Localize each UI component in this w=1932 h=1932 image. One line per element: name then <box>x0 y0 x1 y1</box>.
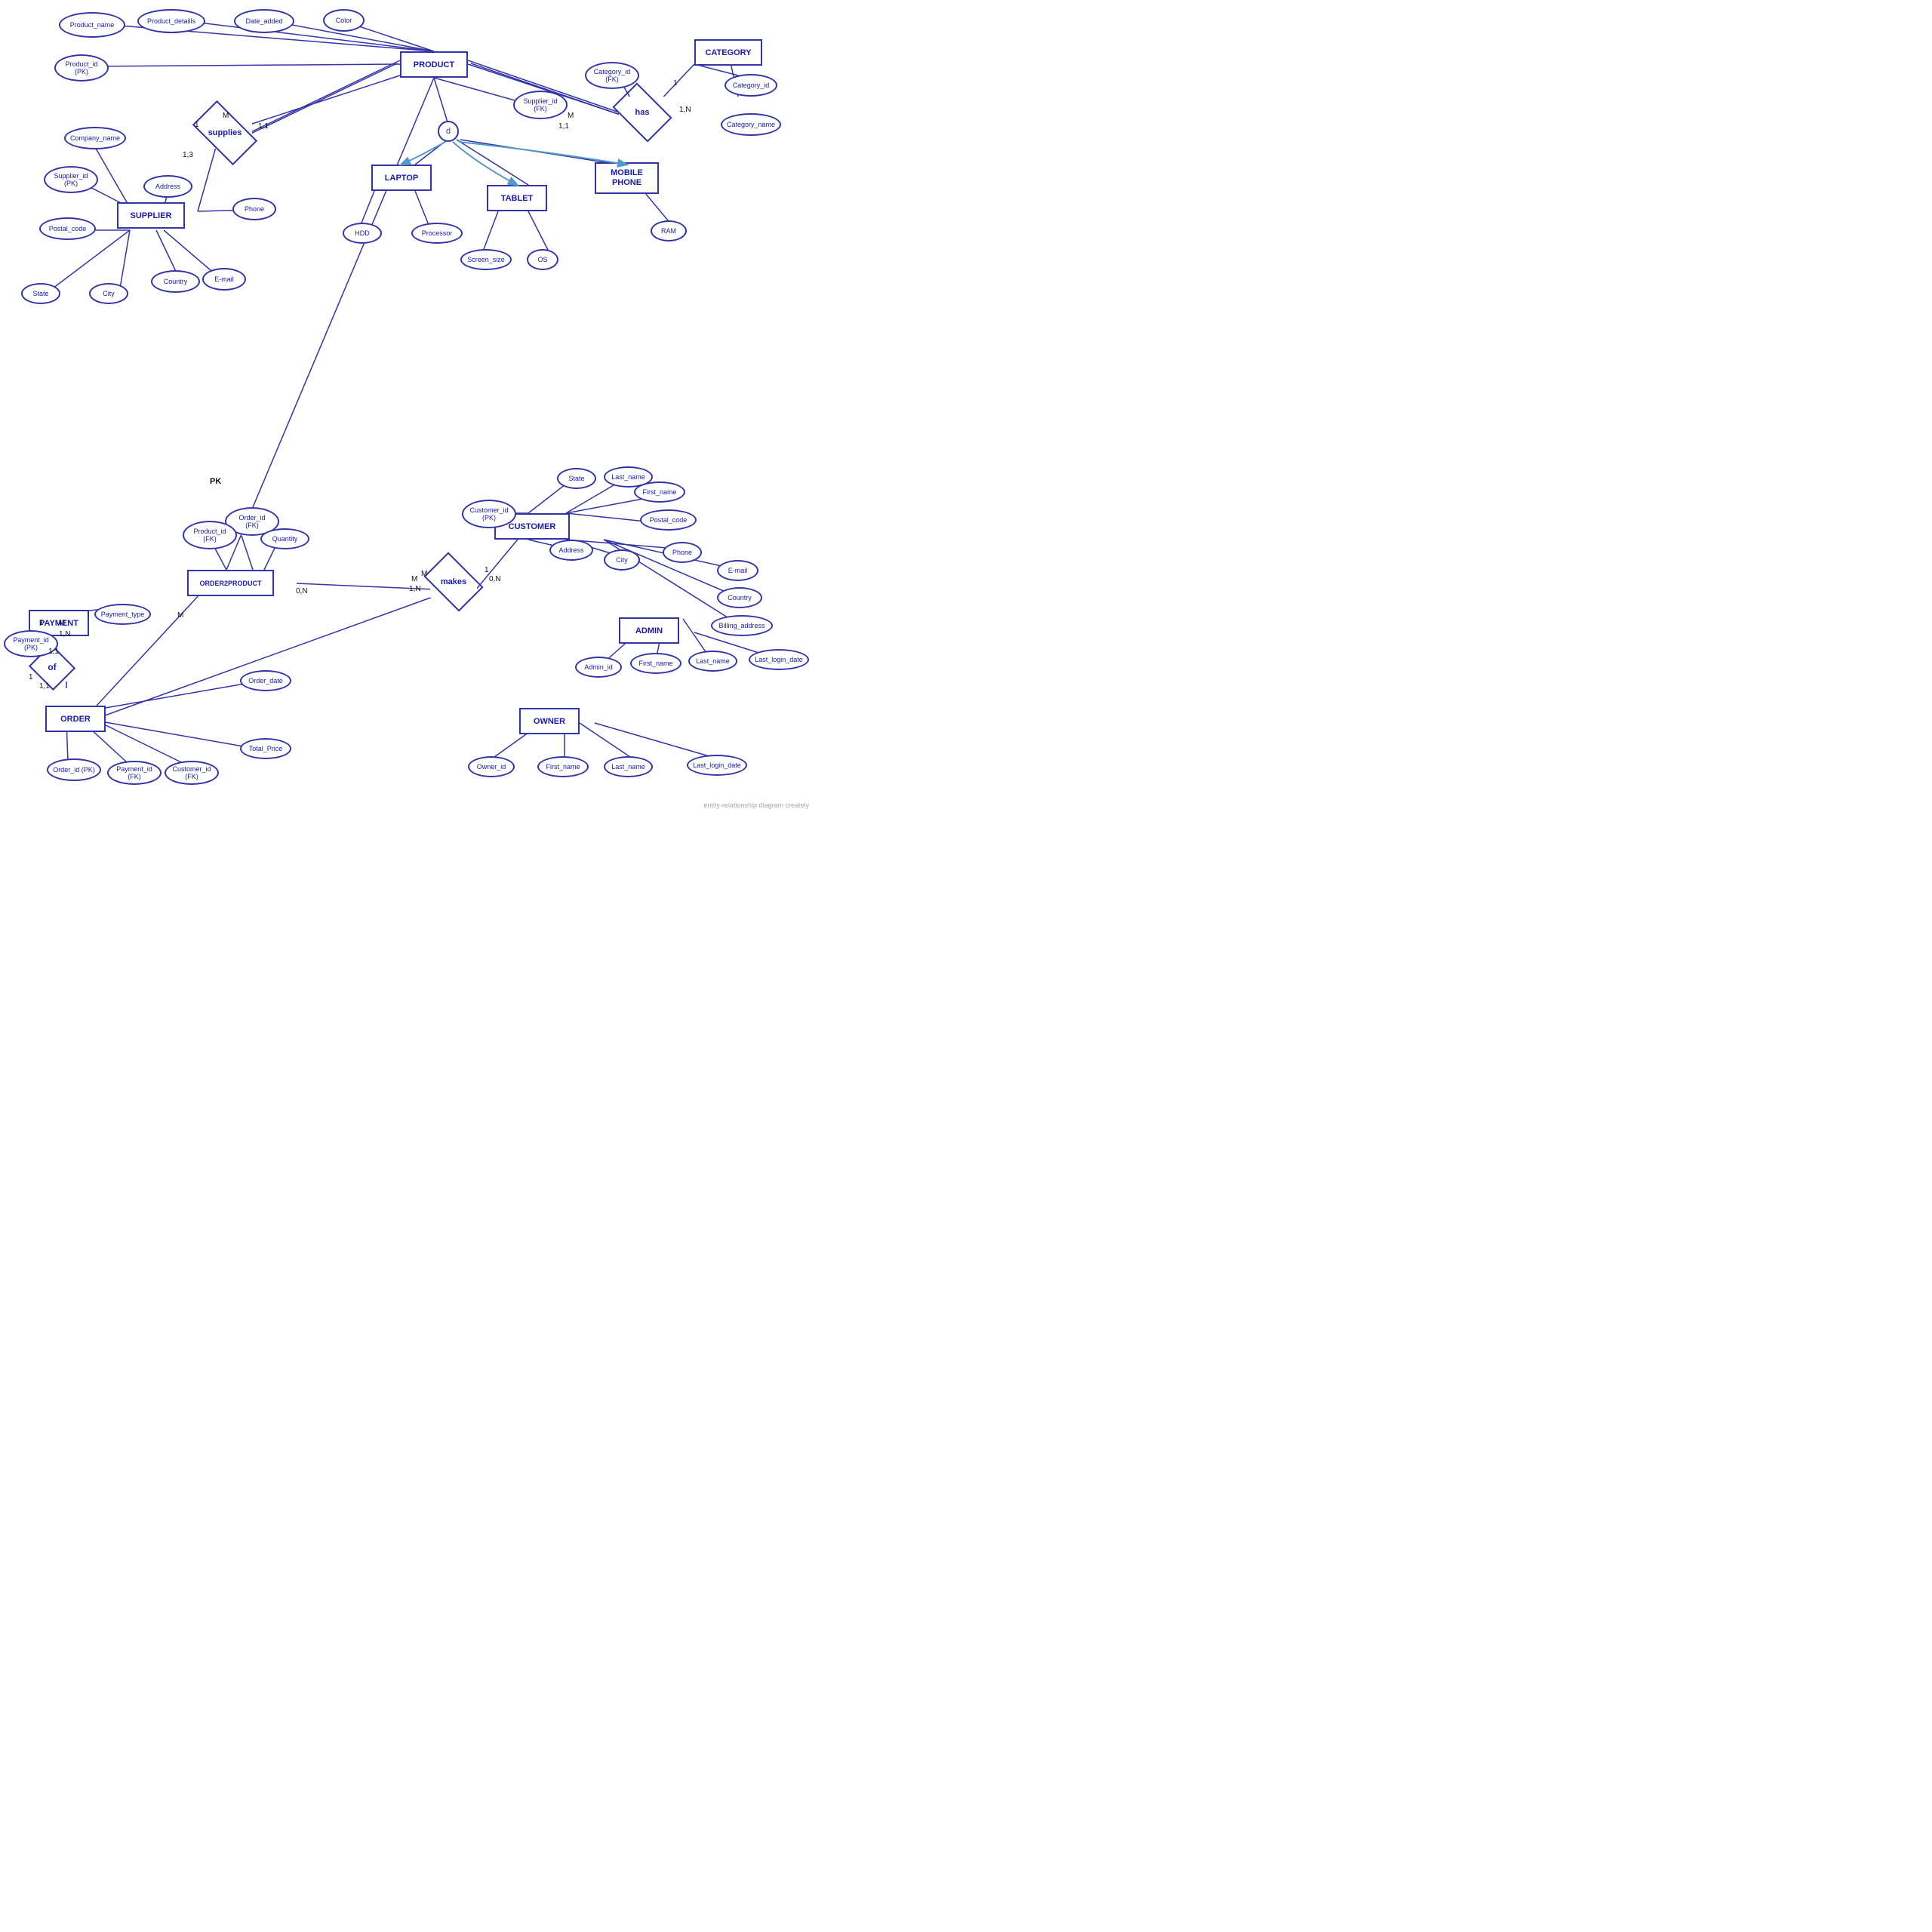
watermark: entity-relationship diagram creately <box>703 801 809 809</box>
card-1-makes: 1 <box>485 566 489 574</box>
card-1-has: 1 <box>673 79 678 88</box>
isa-arrows <box>0 0 815 815</box>
pk-label: PK <box>210 477 221 486</box>
card-1n-has: 1,N <box>679 106 691 114</box>
card-m-makes-left: M <box>421 570 427 578</box>
card-m-order2product: M <box>177 611 183 620</box>
card-m-of: M <box>59 619 65 627</box>
card-m-has: M <box>568 112 574 120</box>
card-1n-of: 1,N <box>59 630 71 638</box>
card-1-of: 1 <box>39 619 44 627</box>
card-on-makes: 0,N <box>489 575 501 583</box>
specialization-circle: d <box>438 121 459 142</box>
card-11-supplies: 1,1 <box>258 122 269 131</box>
card-1-of-bottom: 1 <box>29 673 33 681</box>
er-diagram: PRODUCT CATEGORY SUPPLIER LAPTOP TABLET … <box>0 0 815 815</box>
card-m-makes-right: M <box>411 575 417 583</box>
card-11-has: 1,1 <box>558 122 569 131</box>
card-1n-makes: 1,N <box>409 585 421 593</box>
card-11-of: 1,1 <box>48 648 59 656</box>
card-11-of-bottom: 1,1 <box>39 682 50 691</box>
card-1-supplies-left: 1 <box>195 121 199 129</box>
card-on-makes-left: 0,N <box>296 587 308 595</box>
card-13-supplies: 1,3 <box>183 151 193 159</box>
card-m-supplies: M <box>223 112 229 120</box>
